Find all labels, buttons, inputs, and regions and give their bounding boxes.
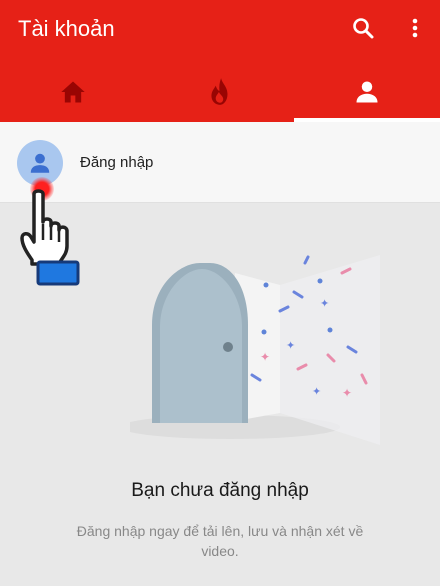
svg-text:✦: ✦: [312, 385, 321, 398]
tab-home[interactable]: [0, 66, 146, 118]
trending-flame-icon: [211, 78, 228, 105]
tab-account[interactable]: [294, 66, 440, 118]
empty-state-description: Đăng nhập ngay để tải lên, lưu và nhận x…: [76, 523, 364, 559]
page-title: Tài khoản: [18, 16, 115, 41]
tab-trending[interactable]: [147, 66, 293, 118]
empty-state-title: Bạn chưa đăng nhập: [131, 480, 309, 501]
svg-text:✦: ✦: [342, 386, 352, 400]
search-button[interactable]: [347, 12, 379, 44]
more-options-button[interactable]: [399, 12, 431, 44]
more-vertical-icon: [412, 18, 418, 38]
search-icon: [353, 18, 374, 39]
pointing-hand-icon: [20, 189, 80, 286]
account-icon: [356, 81, 378, 103]
logged-out-illustration: ✦ ✦ ✦ ✦ ✦: [130, 255, 380, 445]
svg-text:✦: ✦: [320, 297, 329, 310]
svg-text:✦: ✦: [286, 339, 295, 352]
app-bar: Tài khoản: [0, 0, 440, 122]
sign-in-label: Đăng nhập: [80, 154, 154, 171]
person-icon: [30, 153, 50, 173]
home-icon: [61, 81, 85, 103]
svg-text:✦: ✦: [260, 350, 270, 364]
